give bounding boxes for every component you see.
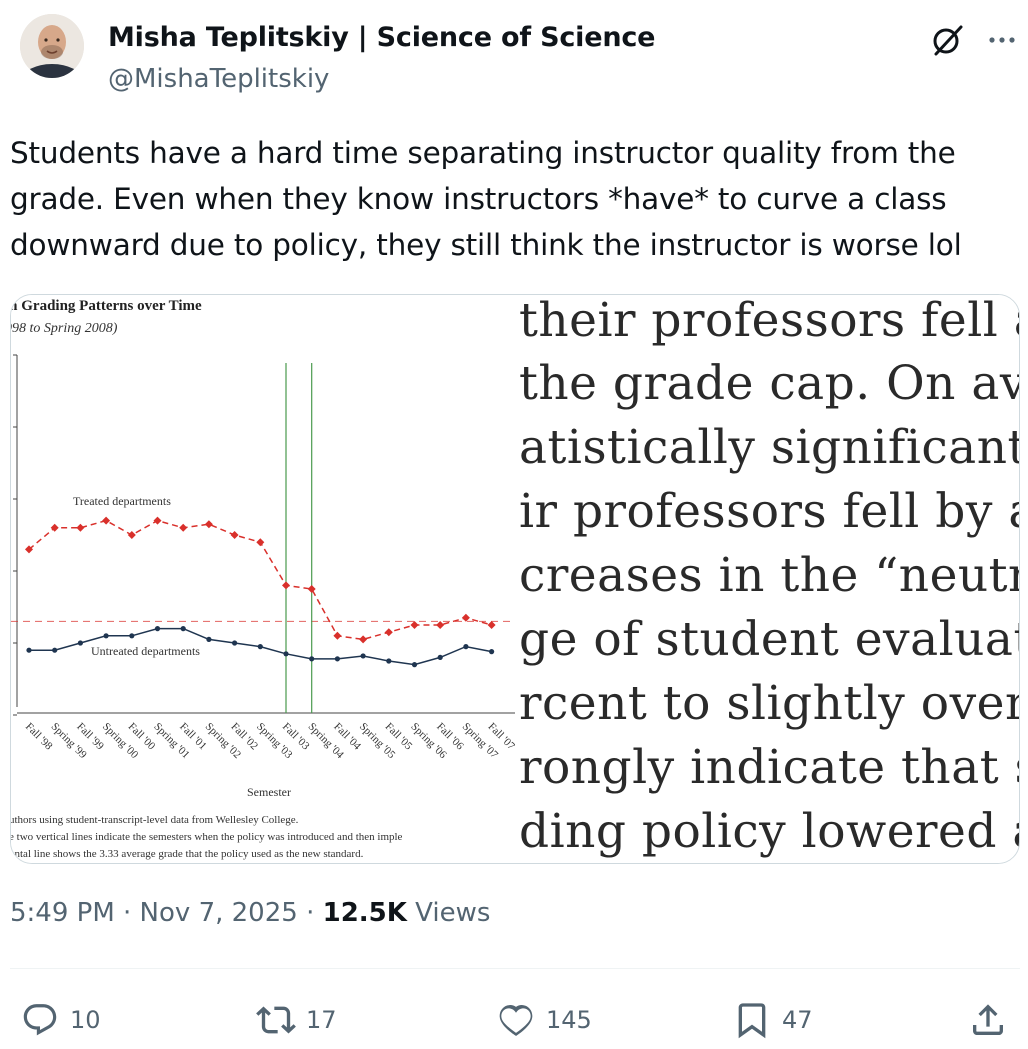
- data-point: [309, 656, 315, 662]
- data-point: [52, 647, 58, 653]
- grading-chart: in Grading Patterns over Time 998 to Spr…: [11, 298, 515, 860]
- data-point: [76, 523, 85, 532]
- data-point: [283, 651, 289, 657]
- reply-icon: [20, 1000, 60, 1040]
- book-line: their professors fell afte: [519, 295, 1019, 348]
- treated-label: Treated departments: [73, 494, 171, 508]
- book-line: rcent to slightly over 7 p: [519, 676, 1019, 731]
- data-point: [50, 523, 59, 532]
- more-icon: [989, 37, 1015, 43]
- data-point: [77, 640, 83, 646]
- data-point: [179, 523, 188, 532]
- share-icon: [968, 1000, 1008, 1040]
- repost-count: 17: [306, 1006, 337, 1034]
- media-image-chart[interactable]: in Grading Patterns over Time 998 to Spr…: [11, 295, 515, 863]
- tweet-line: downward due to policy, they still think…: [10, 228, 962, 262]
- avatar-photo: [20, 14, 84, 78]
- book-line: ir professors fell by abou: [519, 484, 1019, 539]
- timestamp[interactable]: 5:49 PM · Nov 7, 2025 ·: [10, 898, 314, 928]
- data-point: [461, 613, 470, 622]
- tweet-text: Students have a hard time separating ins…: [10, 130, 1010, 268]
- data-point: [232, 640, 238, 646]
- data-point: [206, 636, 212, 642]
- book-line: rongly indicate that stu: [519, 740, 1019, 795]
- grok-button[interactable]: [926, 18, 970, 62]
- tweet-meta: 5:49 PM · Nov 7, 2025 · 12.5K Views: [10, 898, 490, 928]
- like-button[interactable]: 145: [496, 996, 592, 1044]
- data-point: [463, 644, 469, 650]
- data-point: [437, 654, 443, 660]
- book-line: atistically significant 0.1: [519, 420, 1019, 475]
- book-line: ding policy lowered aver: [519, 804, 1019, 859]
- data-point: [333, 631, 342, 640]
- chart-subtitle: 998 to Spring 2008): [11, 321, 118, 336]
- reply-count: 10: [70, 1006, 101, 1034]
- repost-button[interactable]: 17: [256, 996, 337, 1044]
- data-point: [26, 647, 32, 653]
- bookmark-button[interactable]: 47: [732, 996, 813, 1044]
- data-point: [360, 653, 366, 659]
- reply-button[interactable]: 10: [20, 996, 101, 1044]
- data-point: [204, 520, 213, 529]
- data-point: [487, 621, 496, 629]
- bookmark-count: 47: [782, 1006, 813, 1034]
- author-handle[interactable]: @MishaTeplitskiy: [108, 64, 329, 94]
- data-point: [127, 531, 136, 539]
- data-point: [411, 662, 418, 668]
- views-count: 12.5K: [322, 898, 407, 928]
- y-axis: [13, 354, 515, 716]
- views-label: Views: [415, 898, 491, 928]
- data-point: [230, 531, 239, 539]
- figure-note: e two vertical lines indicate the semest…: [11, 831, 403, 843]
- data-point: [334, 656, 340, 662]
- chart-title: in Grading Patterns over Time: [11, 298, 202, 314]
- book-line: ge of student evaluations: [519, 612, 1019, 667]
- repost-icon: [256, 1000, 296, 1040]
- data-point: [154, 626, 161, 632]
- data-point: [102, 516, 111, 525]
- data-point: [359, 635, 368, 644]
- data-point: [410, 621, 419, 629]
- chart-marks: [11, 363, 515, 713]
- more-options-button[interactable]: [980, 18, 1024, 62]
- media-image-text-crop[interactable]: their professors fell afte the grade cap…: [517, 295, 1019, 863]
- data-point: [257, 644, 263, 650]
- x-tick-label: Fall '98: [23, 721, 55, 753]
- share-button[interactable]: [968, 996, 1008, 1044]
- tweet-line: grade. Even when they know instructors *…: [10, 182, 947, 216]
- data-point: [103, 633, 109, 639]
- data-point: [256, 538, 265, 547]
- grok-icon: [933, 25, 963, 56]
- figure-note: uthors using student-transcript-level da…: [11, 814, 299, 826]
- data-point: [282, 581, 290, 590]
- untreated-label: Untreated departments: [91, 644, 200, 658]
- book-line: creases in the “neutral” a: [519, 548, 1019, 603]
- figure-note: ontal line shows the 3.33 average grade …: [11, 848, 364, 860]
- tweet-line: Students have a hard time separating ins…: [10, 136, 956, 170]
- data-point: [129, 633, 135, 639]
- data-point: [384, 628, 393, 637]
- like-count: 145: [546, 1006, 592, 1034]
- data-point: [489, 649, 495, 655]
- data-point: [307, 585, 316, 593]
- data-point: [386, 658, 392, 664]
- bookmark-icon: [732, 1000, 772, 1040]
- media-grid: in Grading Patterns over Time 998 to Spr…: [10, 294, 1020, 864]
- avatar[interactable]: [20, 14, 84, 78]
- x-axis-label: Semester: [247, 785, 291, 799]
- data-point: [180, 626, 186, 632]
- book-line: the grade cap. On aver: [519, 356, 1019, 411]
- author-name[interactable]: Misha Teplitskiy | Science of Science: [108, 22, 655, 53]
- x-tick-labels: Fall '98Spring '99Fall '99Spring '00Fall…: [23, 721, 515, 762]
- data-point: [436, 621, 445, 629]
- heart-icon: [496, 1000, 536, 1040]
- divider: [10, 968, 1020, 969]
- data-point: [153, 516, 162, 525]
